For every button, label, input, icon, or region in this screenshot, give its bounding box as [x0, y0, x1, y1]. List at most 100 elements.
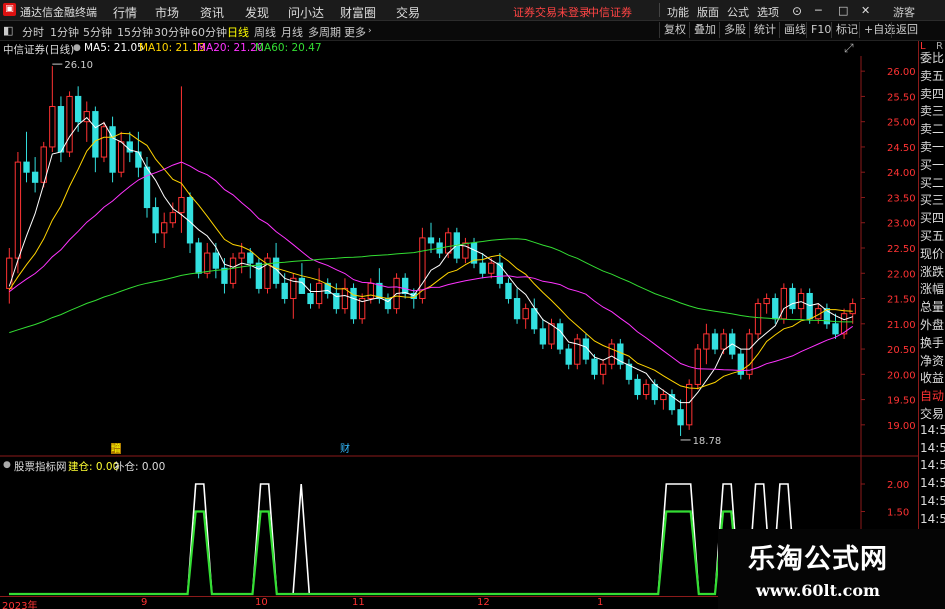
- high-price-label: 26.10: [64, 60, 93, 71]
- price-tick-label: 19.00: [887, 421, 916, 432]
- quote-field-label: 买四: [920, 211, 945, 226]
- candle-body: [135, 151, 142, 168]
- candle-body: [565, 348, 572, 365]
- quote-field-label: 买一: [920, 157, 945, 172]
- candle-body: [350, 287, 357, 320]
- candle-body: [462, 242, 469, 259]
- price-tick-label: 25.50: [887, 92, 916, 103]
- candle-body: [677, 409, 684, 426]
- candle-body: [445, 232, 452, 254]
- candle-body: [651, 383, 658, 401]
- candle-body: [143, 166, 151, 209]
- panel-right-marker[interactable]: R: [936, 41, 943, 52]
- candle-body: [703, 333, 710, 350]
- candle-body: [402, 277, 409, 294]
- candle-body: [780, 287, 788, 320]
- panel-left-marker[interactable]: L: [920, 41, 926, 52]
- event-marker-label: 财: [340, 442, 350, 455]
- price-tick-label: 20.50: [887, 345, 916, 356]
- candle-body: [66, 95, 73, 153]
- candle-body: [496, 262, 504, 284]
- candle-body: [204, 252, 211, 274]
- candle-body: [118, 141, 125, 173]
- price-tick-label: 20.00: [887, 370, 916, 381]
- candle-body: [642, 383, 650, 396]
- candle-body: [315, 282, 323, 305]
- quote-field-label: 14:50: [920, 440, 945, 455]
- candle-body: [763, 298, 770, 305]
- candle-body: [720, 333, 727, 350]
- candle-body: [49, 106, 56, 148]
- ma10-line: [8, 132, 853, 390]
- candle-body: [548, 323, 555, 345]
- low-price-label: 18.78: [693, 436, 722, 447]
- candle-body: [789, 287, 796, 310]
- price-tick-label: 23.00: [887, 219, 916, 230]
- candle-body: [591, 358, 598, 375]
- candle-body: [229, 257, 237, 284]
- indicator-label-1: 建仓: 0.00: [68, 461, 120, 473]
- candle-body: [505, 282, 512, 300]
- price-tick-label: 22.50: [887, 244, 916, 255]
- candle-body: [195, 242, 202, 274]
- quote-field-label: 卖五: [920, 68, 945, 83]
- quote-field-label: 14:50: [920, 422, 945, 437]
- price-tick-label: 24.00: [887, 168, 916, 179]
- candle-body: [6, 257, 13, 289]
- quote-field-label: 收益: [920, 371, 945, 386]
- quote-field-label: 自动: [920, 389, 945, 404]
- indicator-tick-label: 1.50: [887, 508, 909, 519]
- quote-field-label: 14:50: [920, 511, 945, 526]
- kline-chart[interactable]: 26.00 25.50 25.00 24.50 24.00 23.50 23.00 22.50…: [0, 0, 945, 609]
- candle-body: [746, 333, 753, 375]
- quote-field-label: 买三: [920, 193, 945, 208]
- candle-body: [754, 303, 762, 335]
- indicator-settings-icon[interactable]: ●: [3, 460, 11, 470]
- candle-body: [247, 252, 254, 264]
- candle-body: [14, 161, 22, 259]
- candle-body: [574, 338, 581, 365]
- candle-body: [152, 207, 159, 234]
- candle-body: [307, 292, 314, 305]
- candle-body: [92, 111, 99, 158]
- candle-body: [31, 171, 39, 183]
- candle-body: [488, 262, 495, 274]
- quote-field-label: 总量: [920, 300, 945, 315]
- date-label-nov: 11: [352, 597, 365, 608]
- candle-body: [772, 298, 779, 320]
- quote-field-label: 卖二: [920, 122, 945, 137]
- indicator-label-2: 补仓: 0.00: [114, 461, 166, 473]
- event-marker-label: 增: [111, 442, 121, 455]
- candle-body: [161, 222, 168, 234]
- quote-field-label: 买五: [920, 229, 945, 243]
- candle-body: [255, 262, 263, 289]
- quote-field-label: 买二: [920, 175, 945, 190]
- quote-field-label: 涨跌: [920, 264, 945, 279]
- price-tick-label: 24.50: [887, 143, 916, 154]
- date-label-oct: 10: [255, 597, 268, 608]
- candle-body: [539, 328, 547, 345]
- date-label-year: 2023年: [2, 601, 38, 609]
- indicator-tick-label: 2.00: [887, 480, 909, 491]
- candle-body: [531, 308, 538, 330]
- price-tick-label: 21.50: [887, 295, 916, 306]
- candle-body: [281, 282, 288, 300]
- candle-body: [634, 378, 641, 396]
- candle-body: [599, 363, 607, 375]
- candle-body: [479, 262, 486, 274]
- candle-body: [23, 161, 30, 173]
- candle-body: [341, 287, 349, 310]
- watermark: 乐淘公式网 www.60lt.com: [718, 529, 945, 609]
- indicator-name[interactable]: 股票指标网: [14, 459, 67, 474]
- candle-body: [711, 333, 719, 350]
- candle-body: [513, 298, 521, 320]
- quote-field-label: 涨幅: [920, 282, 945, 297]
- quote-side-panel: 委比 卖五 卖四 卖三 卖二 卖一 买一 买二 买三 买四 买五 现价 涨跌 涨幅 总量 外盘 换手 净资 收益 自动…: [918, 41, 945, 561]
- candle-body: [169, 212, 176, 224]
- candle-body: [178, 196, 185, 214]
- candle-body: [660, 394, 667, 401]
- quote-field-label: 卖一: [920, 140, 945, 154]
- quote-field-label: 交易: [920, 407, 945, 421]
- price-tick-label: 25.00: [887, 118, 916, 129]
- candle-body: [427, 237, 435, 244]
